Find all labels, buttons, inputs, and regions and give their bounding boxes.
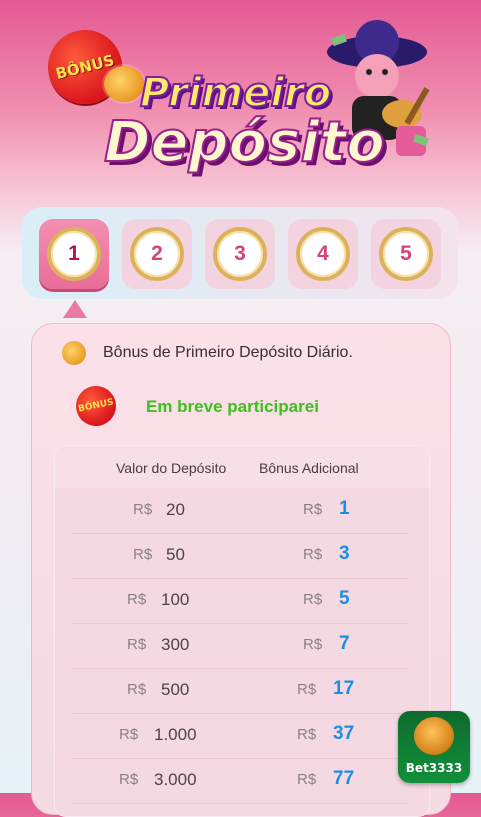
app-icon-label: Bet3333 (405, 761, 463, 775)
col-header-bonus: Bônus Adicional (259, 460, 359, 476)
table-header: Valor do Depósito Bônus Adicional (55, 446, 429, 488)
piggy-coin-icon (62, 341, 86, 365)
table-row: R$ 20 R$ 1 (71, 488, 409, 534)
currency-label: R$ (303, 591, 323, 608)
step-tab-1[interactable]: 1 (39, 219, 109, 289)
table-row: R$ 100 R$ 5 (71, 578, 409, 624)
step-coin: 5 (379, 227, 433, 281)
table-row: R$ 3.000 R$ 77 (71, 758, 409, 804)
deposit-amount: 500 (161, 680, 190, 699)
currency-label: R$ (133, 546, 153, 563)
currency-label: R$ (127, 681, 147, 698)
bonus-amount: 7 (339, 633, 350, 654)
currency-label: R$ (297, 771, 317, 788)
deposit-amount: 3.000 (154, 770, 197, 789)
deposit-step-tabs: 1 2 3 4 5 (22, 207, 458, 299)
bonus-amount: 17 (333, 678, 355, 699)
col-header-deposit: Valor do Depósito (116, 460, 227, 476)
table-row: R$ 500 R$ 17 (71, 668, 409, 714)
currency-label: R$ (297, 681, 317, 698)
table-row: R$ 300 R$ 7 (71, 623, 409, 669)
deposit-amount: 100 (161, 590, 190, 609)
step-coin: 3 (213, 227, 267, 281)
currency-label: R$ (119, 726, 139, 743)
currency-label: R$ (303, 636, 323, 653)
table-row: R$ 1.000 R$ 37 (71, 713, 409, 759)
bonus-amount: 37 (333, 723, 355, 744)
deposit-amount: 300 (161, 635, 190, 654)
deposit-amount: 50 (166, 545, 185, 564)
bonus-card: Bônus de Primeiro Depósito Diário. BÔNUS… (31, 323, 451, 817)
step-coin: 1 (47, 227, 101, 281)
currency-label: R$ (127, 591, 147, 608)
bonus-amount: 5 (339, 588, 350, 609)
banner-title-line2: Depósito (103, 109, 386, 176)
deposit-amount: 20 (166, 500, 185, 519)
currency-label: R$ (127, 636, 147, 653)
bonus-badge-small: BÔNUS (72, 382, 120, 430)
step-coin: 4 (296, 227, 350, 281)
promo-banner: BÔNUS Primeiro Depósito (0, 0, 481, 200)
table-row: R$ 50 R$ 3 (71, 533, 409, 579)
step-coin: 2 (130, 227, 184, 281)
currency-label: R$ (303, 501, 323, 518)
piggy-bank-icon (104, 66, 144, 102)
step-tab-3[interactable]: 3 (205, 219, 275, 289)
active-step-pointer-icon (63, 300, 87, 318)
step-tab-5[interactable]: 5 (371, 219, 441, 289)
bet-app-shortcut[interactable]: Bet3333 (398, 711, 470, 783)
bonus-badge-small-label: BÔNUS (77, 397, 115, 415)
currency-label: R$ (133, 501, 153, 518)
currency-label: R$ (119, 771, 139, 788)
bonus-amount: 77 (333, 768, 355, 789)
bonus-amount: 3 (339, 543, 350, 564)
currency-label: R$ (297, 726, 317, 743)
step-tab-4[interactable]: 4 (288, 219, 358, 289)
bonus-amount: 1 (339, 498, 350, 519)
participation-status: Em breve participarei (146, 397, 319, 416)
bonus-table: Valor do Depósito Bônus Adicional R$ 20 … (54, 445, 430, 817)
step-tab-2[interactable]: 2 (122, 219, 192, 289)
tiger-mascot-icon (414, 717, 454, 755)
currency-label: R$ (303, 546, 323, 563)
daily-bonus-text: Bônus de Primeiro Depósito Diário. (103, 344, 353, 361)
deposit-amount: 1.000 (154, 725, 197, 744)
